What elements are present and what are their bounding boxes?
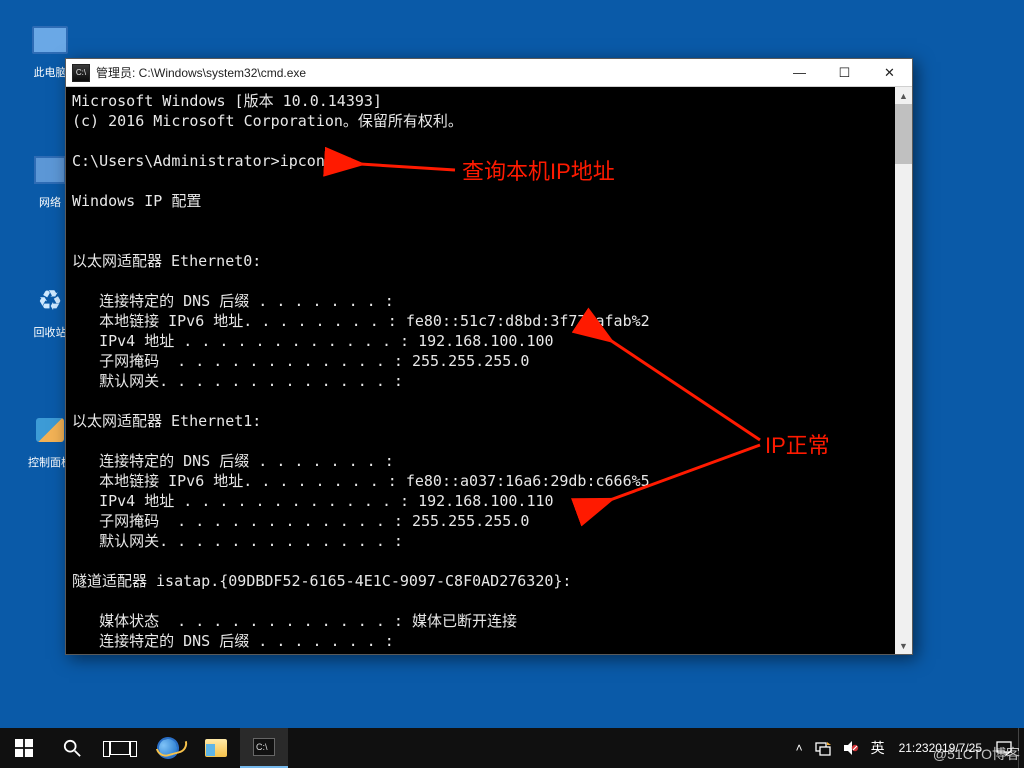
scroll-up-arrow[interactable]: ▲ — [895, 87, 912, 104]
cmd-task-icon: C:\ — [253, 738, 275, 756]
title-path: C:\Windows\system32\cmd.exe — [139, 66, 306, 80]
window-title: 管理员: C:\Windows\system32\cmd.exe — [96, 64, 777, 81]
watermark: @51CTO博客 — [933, 744, 1020, 764]
terminal-output[interactable]: Microsoft Windows [版本 10.0.14393] (c) 20… — [66, 87, 895, 654]
search-icon — [63, 739, 81, 757]
tray-network-icon[interactable] — [809, 728, 837, 768]
cmd-window[interactable]: C:\ 管理员: C:\Windows\system32\cmd.exe — ☐… — [65, 58, 913, 655]
titlebar[interactable]: C:\ 管理员: C:\Windows\system32\cmd.exe — ☐… — [66, 59, 912, 87]
tray-chevron[interactable]: ˄ — [790, 728, 809, 768]
taskbar-cmd[interactable]: C:\ — [240, 728, 288, 768]
taskview-button[interactable] — [96, 728, 144, 768]
minimize-button[interactable]: — — [777, 59, 822, 86]
tray-volume-icon[interactable] — [837, 728, 865, 768]
start-button[interactable] — [0, 728, 48, 768]
ie-icon — [155, 735, 182, 762]
close-button[interactable]: ✕ — [867, 59, 912, 86]
scroll-thumb[interactable] — [895, 104, 912, 164]
taskview-icon — [110, 741, 130, 755]
scroll-down-arrow[interactable]: ▼ — [895, 637, 912, 654]
vertical-scrollbar[interactable]: ▲ ▼ — [895, 87, 912, 654]
search-button[interactable] — [48, 728, 96, 768]
cmd-app-icon: C:\ — [72, 64, 90, 82]
clock-time: 21:23 — [899, 741, 929, 755]
cpanel-icon — [30, 410, 70, 450]
recycle-icon: ♻ — [30, 280, 70, 320]
taskbar: C:\ ˄ 英 21:23 2019/7/25 — [0, 728, 1024, 768]
cmd-body: Microsoft Windows [版本 10.0.14393] (c) 20… — [66, 87, 912, 654]
maximize-button[interactable]: ☐ — [822, 59, 867, 86]
network-icon — [30, 150, 70, 190]
windows-icon — [15, 739, 33, 757]
folder-icon — [205, 739, 227, 757]
tray-ime[interactable]: 英 — [865, 728, 891, 768]
window-buttons: — ☐ ✕ — [777, 59, 912, 86]
title-prefix: 管理员: — [96, 66, 139, 80]
thispc-icon — [30, 20, 70, 60]
taskbar-explorer[interactable] — [192, 728, 240, 768]
taskbar-ie[interactable] — [144, 728, 192, 768]
